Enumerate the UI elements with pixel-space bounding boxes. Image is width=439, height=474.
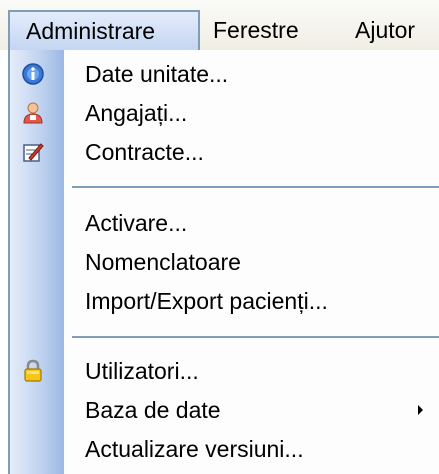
menu-item-label: Date unitate... [85, 61, 229, 87]
menu-separator [72, 336, 439, 338]
menu-bar: Administrare Ferestre Ajutor [0, 0, 439, 50]
menu-item-label: Baza de date [85, 397, 221, 423]
menu-item-label: Import/Export pacienți... [85, 288, 328, 314]
administrare-dropdown: Date unitate... Angajați... Contracte...… [8, 50, 439, 474]
lock-icon [21, 359, 45, 383]
menu-item-label: Utilizatori... [85, 358, 199, 384]
menu-item-label: Activare... [85, 210, 188, 236]
menu-item-label: Contracte... [85, 139, 204, 165]
menu-item-angajati[interactable]: Angajați... [10, 96, 439, 130]
menu-item-import-export[interactable]: Import/Export pacienți... [10, 284, 439, 318]
submenu-arrow-icon [418, 405, 423, 415]
menu-item-label: Actualizare versiuni... [85, 436, 304, 462]
menu-item-label: Angajați... [85, 100, 188, 126]
app-screen: Administrare Ferestre Ajutor Date unitat… [0, 0, 439, 474]
person-icon [21, 101, 45, 125]
menu-ajutor[interactable]: Ajutor [355, 10, 415, 50]
menu-item-date-unitate[interactable]: Date unitate... [10, 57, 439, 91]
menu-item-contracte[interactable]: Contracte... [10, 135, 439, 169]
menu-ferestre[interactable]: Ferestre [213, 10, 299, 50]
menu-item-nomenclatoare[interactable]: Nomenclatoare [10, 245, 439, 279]
menu-item-label: Nomenclatoare [85, 249, 241, 275]
info-icon [21, 62, 45, 86]
document-edit-icon [21, 140, 45, 164]
menu-administrare[interactable]: Administrare [8, 10, 200, 50]
menu-item-activare[interactable]: Activare... [10, 206, 439, 240]
menu-item-utilizatori[interactable]: Utilizatori... [10, 354, 439, 388]
menu-item-baza-de-date[interactable]: Baza de date [10, 393, 439, 427]
menu-item-actualizare-versiuni[interactable]: Actualizare versiuni... [10, 432, 439, 466]
menu-separator [72, 186, 439, 188]
